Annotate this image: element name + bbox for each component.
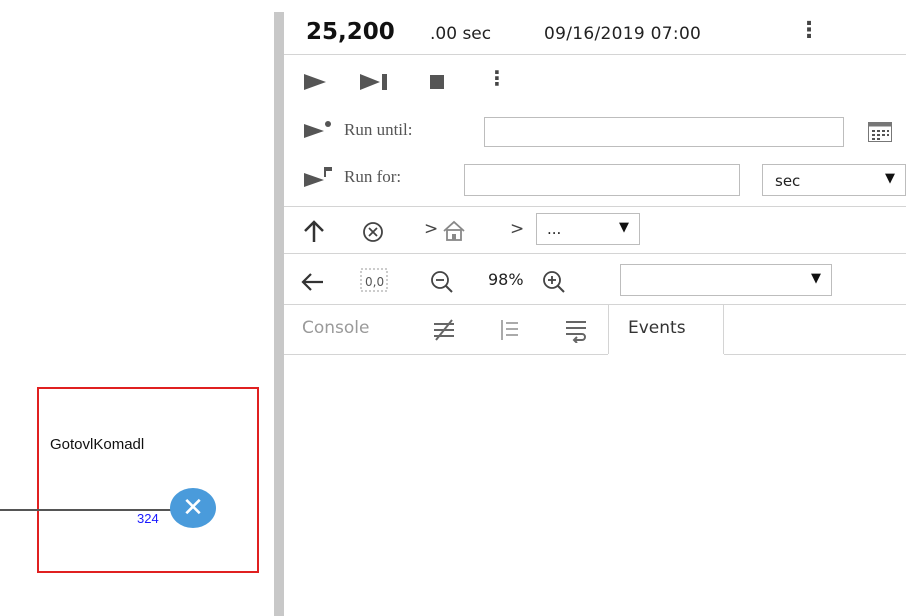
time-unit-value: sec [775, 172, 801, 190]
run-until-flag-icon [304, 121, 331, 138]
sink-close-x-icon[interactable]: ✕ [170, 488, 216, 528]
sink-name-label: GotovlKomadl [50, 436, 145, 453]
model-date: 09/16/2019 07:00 [544, 24, 702, 44]
developer-panel: 25,200 .00 sec 09/16/2019 07:00 ⋮ ⋮ Run … [284, 0, 906, 616]
run-until-input[interactable] [484, 117, 844, 147]
path-select-value: ... [547, 220, 562, 238]
model-time-decimals: .00 sec [430, 24, 492, 44]
console-output[interactable] [284, 355, 906, 616]
kebab-icon[interactable]: ⋮ [798, 18, 820, 43]
kebab-icon[interactable]: ⋮ [487, 66, 507, 90]
zoom-row: 0,0 98% ▼ [284, 254, 906, 304]
chevron-down-icon: ▼ [811, 271, 821, 286]
sink-count-label: 324 [137, 511, 159, 526]
tab-console[interactable]: Console [302, 318, 370, 338]
divider [284, 54, 906, 55]
run-for-row: Run for: sec ▼ [284, 161, 906, 201]
scroll-lock-icon[interactable] [498, 319, 520, 341]
sink-selection-frame[interactable] [37, 387, 259, 573]
circle-x-icon[interactable] [362, 221, 384, 243]
word-wrap-icon[interactable] [564, 319, 588, 343]
zoom-fit-icon[interactable]: 0,0 [360, 268, 388, 292]
calendar-icon[interactable] [868, 122, 892, 142]
play-icon[interactable] [304, 74, 326, 90]
run-controls: ⋮ [284, 64, 906, 100]
tab-events-label: Events [628, 318, 686, 338]
run-for-flag-icon [304, 167, 332, 187]
arrow-left-icon[interactable] [300, 272, 324, 292]
panel-splitter[interactable] [274, 12, 284, 616]
time-unit-select[interactable]: sec ▼ [762, 164, 906, 196]
chevron-down-icon: ▼ [885, 171, 895, 186]
model-time-value: 25,200 [306, 19, 395, 45]
run-for-label: Run for: [344, 167, 402, 186]
stop-icon[interactable] [430, 75, 444, 89]
tab-events[interactable]: Events [608, 305, 724, 354]
run-until-label: Run until: [344, 120, 413, 139]
clear-console-icon[interactable] [432, 319, 458, 341]
breadcrumb-separator-icon: > [424, 219, 439, 239]
svg-text:0,0: 0,0 [365, 275, 384, 289]
navigation-row: > > ... ▼ [284, 207, 906, 253]
model-canvas[interactable]: GotovlKomadl ✕ 324 [0, 0, 274, 616]
zoom-in-icon[interactable] [542, 270, 566, 294]
arrow-up-icon[interactable] [304, 220, 324, 242]
zoom-out-icon[interactable] [430, 270, 454, 294]
run-for-input[interactable] [464, 164, 740, 196]
zoom-level: 98% [488, 270, 524, 289]
breadcrumb-separator-icon: > [510, 219, 525, 239]
path-select[interactable]: ... ▼ [536, 213, 640, 245]
step-icon[interactable] [360, 74, 390, 90]
time-bar: 25,200 .00 sec 09/16/2019 07:00 ⋮ [284, 12, 906, 54]
view-select[interactable]: ▼ [620, 264, 832, 296]
home-icon[interactable] [442, 220, 466, 242]
run-until-row: Run until: [284, 114, 906, 150]
chevron-down-icon: ▼ [619, 220, 629, 235]
console-tab-bar: Console [284, 305, 906, 355]
